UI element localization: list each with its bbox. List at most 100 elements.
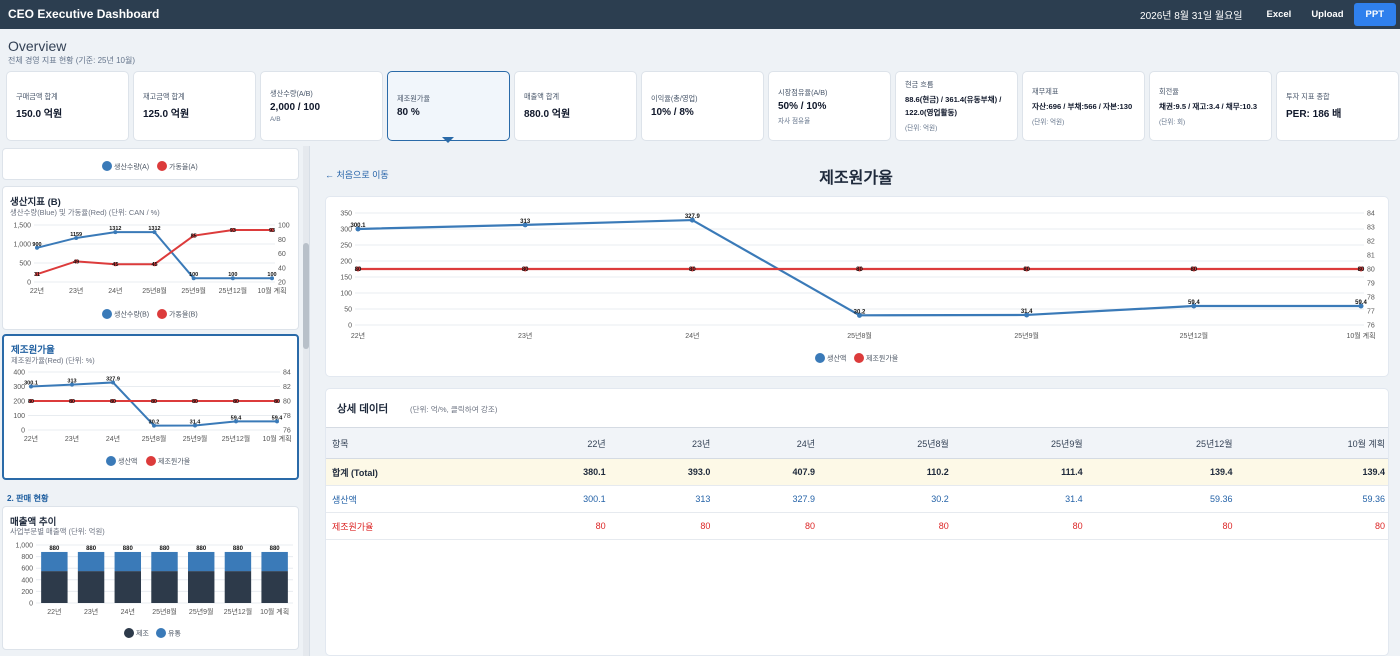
kpi-value: 150.0 억원 [16, 109, 63, 120]
left-panel: 생산수량(A) 가동율(A) 생산지표 (B) 생산수량(Blue) 및 가동율… [0, 146, 310, 656]
x-tick: 23년 [65, 434, 79, 443]
data-label-blue: 1312 [148, 226, 160, 232]
prod-b-card[interactable]: 생산지표 (B) 생산수량(Blue) 및 가동율(Red) (단위: CAN … [2, 186, 299, 330]
legend-label: 제조원가율 [866, 354, 899, 363]
ppt-button[interactable]: PPT [1353, 3, 1396, 26]
legend-dot-red [146, 456, 156, 466]
data-label-blue: 59.4 [1355, 300, 1367, 306]
bar-segment-manufacturing [114, 571, 142, 603]
x-tick: 10월 계획 [260, 607, 289, 616]
y-tick-right: 84 [283, 370, 291, 377]
back-link[interactable]: ← 처음으로 이동 [325, 168, 389, 181]
data-label-red: 31 [34, 272, 40, 278]
kpi-card-sales[interactable]: 매출액 합계 880.0 억원 [514, 71, 637, 141]
overview-subtitle: 전체 경영 지표 현황 (기준: 25년 10월) [8, 56, 136, 65]
legend-dot-navy [124, 628, 134, 638]
data-label-red: 93 [269, 228, 275, 234]
data-label-blue: 100 [189, 272, 198, 278]
y-tick-left: 50 [344, 307, 352, 314]
table-cell: 80 [506, 512, 611, 540]
overview-title: Overview [8, 38, 67, 54]
x-tick: 25년8월 [142, 286, 167, 295]
kpi-card-inventory[interactable]: 재고금액 합계 125.0 억원 [133, 71, 256, 141]
table-row-production[interactable]: 생산액 300.1 313 327.9 30.2 31.4 59.36 59.3… [326, 485, 1388, 513]
table-cell: 110.2 [820, 458, 954, 486]
table-title: 상세 데이터 [337, 403, 389, 415]
kpi-card-investment[interactable]: 투자 지표 종합 PER: 186 배 [1276, 71, 1399, 141]
prod-b-chart: 0 500 1,000 1,500 20 40 60 80 100 22년 23년 24년 25년8월 2… [13, 223, 290, 319]
table-cell: 111.4 [953, 458, 1088, 486]
kpi-card-purchase[interactable]: 구매금액 합계 150.0 억원 [6, 71, 129, 141]
legend-dot-red [157, 161, 167, 171]
data-label-blue: 327.9 [106, 376, 120, 382]
data-label-blue: 300.1 [350, 223, 366, 229]
table-cell: 31.4 [953, 485, 1088, 513]
bar-total-label: 880 [49, 546, 60, 552]
kpi-value: 10% / 8% [651, 107, 694, 118]
x-tick: 23년 [84, 607, 98, 616]
kpi-card-market-share[interactable]: 시장점유율(A/B) 50% / 10% 자사 점유율 [768, 71, 891, 141]
data-label-red: 80 [233, 399, 239, 405]
data-label-red: 80 [522, 267, 529, 273]
y-tick-right: 80 [278, 237, 286, 244]
col-header: 25년9월 [953, 427, 1088, 459]
data-label-red: 49 [73, 259, 79, 265]
detail-table: 항목 22년 23년 24년 25년8월 25년9월 25년12월 10월 계획… [326, 427, 1388, 540]
legend-label: 제조원가율 [158, 457, 191, 466]
upload-button[interactable]: Upload [1301, 3, 1353, 26]
data-label-blue: 327.9 [685, 214, 701, 220]
bar-segment-manufacturing [187, 571, 215, 603]
kpi-card-turnover[interactable]: 회전율 채권:9.5 / 재고:3.4 / 채무:10.3 (단위: 회) [1149, 71, 1272, 141]
x-tick: 23년 [518, 331, 532, 340]
x-tick: 24년 [106, 434, 120, 443]
kpi-card-production[interactable]: 생산수량(A/B) 2,000 / 100 A/B [260, 71, 383, 141]
data-label-blue: 30.2 [854, 309, 866, 315]
data-label-blue: 100 [228, 272, 237, 278]
bar-segment-manufacturing [41, 571, 68, 603]
x-tick: 23년 [69, 286, 83, 295]
bar-segment-distribution [224, 551, 252, 572]
left-scrollbar-thumb[interactable] [303, 243, 309, 349]
kpi-card-profit-rate[interactable]: 이익율(총/영업) 10% / 8% [641, 71, 764, 141]
table-row-total[interactable]: 합계 (Total) 380.1 393.0 407.9 110.2 111.4… [326, 458, 1388, 486]
bar-total-label: 880 [270, 546, 281, 552]
y-tick-right: 40 [278, 265, 286, 272]
kpi-value: 50% / 10% [778, 100, 827, 112]
kpi-card-cash-flow[interactable]: 현금 흐름 88.6(현금) / 361.4(유동부채) / 122.0(영업활… [895, 71, 1018, 141]
data-label-blue: 313 [520, 219, 531, 225]
x-tick: 22년 [47, 607, 61, 616]
left-scrollbar-track [303, 146, 309, 656]
col-header: 10월 계획 [1237, 427, 1388, 459]
sales-card[interactable]: 매출액 추이 사업부문별 매출액 (단위: 억원) 0 200 400 600 800 1… [2, 506, 299, 650]
mfg-cost-card[interactable]: 제조원가율 제조원가율(Red) (단위: %) 0 100 200 300 400 76… [2, 334, 299, 480]
legend-label: 생산액 [827, 354, 846, 363]
data-label-red: 80 [28, 399, 34, 405]
y-tick-left: 400 [13, 370, 25, 377]
col-header: 24년 [715, 427, 821, 459]
kpi-label: 이익율(총/영업) [651, 94, 698, 103]
y-tick-left: 150 [340, 275, 352, 282]
detail-table-card: 상세 데이터 (단위: 억/%, 클릭하여 강조) 항목 22년 23년 24년… [325, 388, 1389, 656]
col-header: 항목 [326, 427, 506, 459]
table-row-mfg-cost-rate[interactable]: 제조원가율 80 80 80 80 80 80 80 [326, 512, 1388, 540]
prod-a-card[interactable]: 생산수량(A) 가동율(A) [2, 148, 299, 180]
y-tick-right: 80 [283, 399, 291, 406]
data-label-red: 93 [230, 228, 236, 234]
y-tick-left: 0 [27, 280, 31, 287]
kpi-note: (단위: 억원) [905, 125, 938, 132]
kpi-card-financials[interactable]: 재무제표 자산:696 / 부채:566 / 자본:130 (단위: 억원) [1022, 71, 1145, 141]
legend-label: 생산액 [118, 457, 137, 466]
data-label-red: 80 [192, 399, 198, 405]
x-tick: 25년9월 [181, 286, 206, 295]
data-label-red: 85 [191, 234, 197, 240]
kpi-label: 재고금액 합계 [143, 92, 185, 101]
legend-dot-red [854, 353, 864, 363]
legend-dot-blue [156, 628, 166, 638]
x-tick: 22년 [24, 434, 38, 443]
x-tick: 25년8월 [152, 607, 177, 616]
data-label-blue: 31.4 [190, 419, 202, 425]
excel-button[interactable]: Excel [1256, 3, 1301, 26]
kpi-card-mfg-cost-rate[interactable]: 제조원가율 80 % [387, 71, 510, 141]
data-label-blue: 31.4 [1021, 309, 1033, 315]
legend-label: 유통 [168, 630, 181, 638]
